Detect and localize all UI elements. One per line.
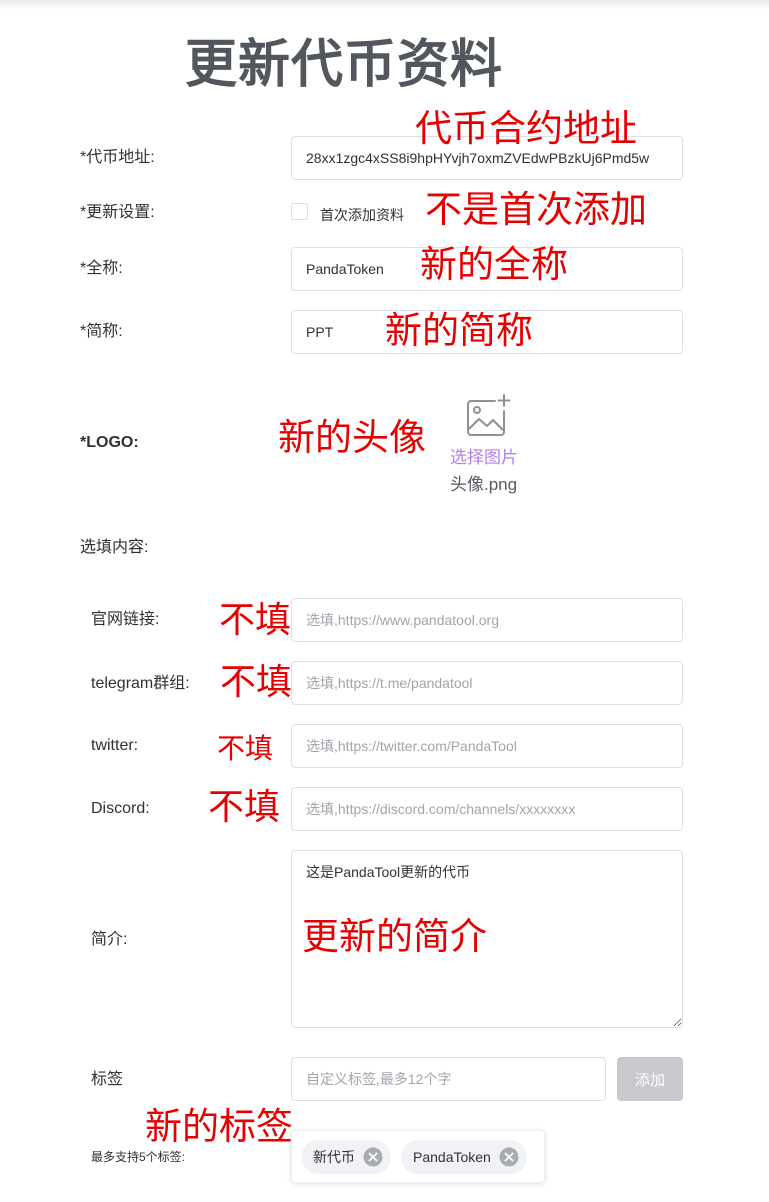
telegram-label: telegram群组: bbox=[91, 675, 190, 692]
symbol-label: *简称: bbox=[80, 323, 123, 340]
tag-chip: PandaToken bbox=[401, 1139, 527, 1174]
discord-input[interactable] bbox=[291, 787, 683, 831]
tag-chip: 新代币 bbox=[301, 1139, 391, 1174]
first-add-checkbox[interactable] bbox=[291, 203, 308, 220]
discord-label: Discord: bbox=[91, 800, 150, 817]
close-circle-icon[interactable] bbox=[499, 1147, 519, 1167]
annotation-symbol: 新的简称 bbox=[385, 310, 533, 351]
tag-limit-label: 最多支持5个标签: bbox=[91, 1150, 186, 1164]
annotation-discord: 不填 bbox=[208, 786, 281, 827]
first-add-checkbox-label[interactable]: 首次添加资料 bbox=[320, 206, 404, 224]
close-circle-icon[interactable] bbox=[363, 1147, 383, 1167]
tag-chip-label: PandaToken bbox=[413, 1148, 491, 1165]
tag-input[interactable] bbox=[291, 1057, 606, 1101]
website-input[interactable] bbox=[291, 598, 683, 642]
top-shadow bbox=[0, 0, 769, 10]
image-add-icon[interactable] bbox=[465, 393, 513, 439]
annotation-update-setting: 不是首次添加 bbox=[425, 189, 647, 230]
add-tag-button[interactable]: 添加 bbox=[617, 1057, 683, 1101]
annotation-tags: 新的标签 bbox=[145, 1106, 293, 1147]
page-title: 更新代币资料 bbox=[185, 36, 504, 94]
logo-label: *LOGO: bbox=[80, 434, 139, 451]
update-setting-label: *更新设置: bbox=[80, 204, 155, 221]
annotation-twitter: 不填 bbox=[217, 733, 274, 764]
annotation-website: 不填 bbox=[219, 599, 292, 640]
annotation-telegram: 不填 bbox=[220, 661, 293, 702]
select-image-link[interactable]: 选择图片 bbox=[450, 448, 518, 468]
twitter-input[interactable] bbox=[291, 724, 683, 768]
full-name-label: *全称: bbox=[80, 260, 123, 277]
optional-section-label: 选填内容: bbox=[80, 539, 149, 556]
annotation-token-address: 代币合约地址 bbox=[415, 108, 637, 149]
tags-label: 标签 bbox=[91, 1071, 124, 1088]
twitter-label: twitter: bbox=[91, 737, 139, 754]
tag-list: 新代币 PandaToken bbox=[291, 1130, 545, 1183]
telegram-input[interactable] bbox=[291, 661, 683, 705]
annotation-intro: 更新的简介 bbox=[302, 916, 487, 957]
tag-chip-label: 新代币 bbox=[313, 1148, 355, 1165]
token-address-label: *代币地址: bbox=[80, 149, 155, 166]
website-label: 官网链接: bbox=[91, 611, 160, 628]
intro-label: 简介: bbox=[91, 931, 128, 948]
logo-file-name: 头像.png bbox=[450, 475, 518, 494]
annotation-logo: 新的头像 bbox=[278, 417, 426, 458]
annotation-full-name: 新的全称 bbox=[420, 244, 568, 285]
